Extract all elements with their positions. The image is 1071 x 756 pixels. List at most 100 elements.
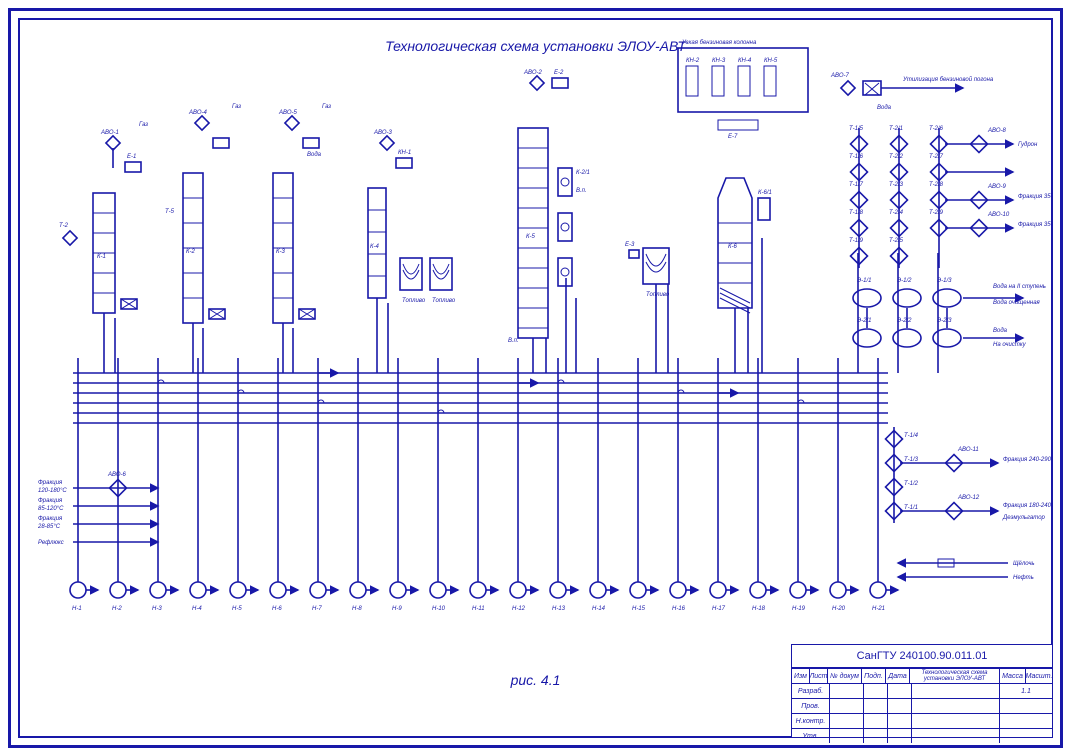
svg-text:Топливо: Топливо (432, 298, 456, 304)
svg-text:Н-14: Н-14 (592, 606, 606, 612)
svg-text:Н-20: Н-20 (832, 606, 846, 612)
schematic-canvas: Н-1 Н-2 Н-3 Н-4 Н-5 Н-6 Н-7 Н-8 Н-9 Н-10… (18, 18, 1053, 738)
svg-text:К-5: К-5 (526, 234, 536, 240)
svg-text:К-6/1: К-6/1 (758, 190, 772, 196)
svg-text:Газ: Газ (232, 104, 241, 110)
pumps: Н-1 Н-2 Н-3 Н-4 Н-5 Н-6 Н-7 Н-8 Н-9 Н-10… (70, 582, 898, 612)
svg-text:Т-5: Т-5 (165, 209, 175, 215)
svg-text:АВО-8: АВО-8 (987, 128, 1007, 134)
svg-text:Фракция: Фракция (38, 516, 63, 522)
svg-text:КН-5: КН-5 (764, 58, 778, 64)
svg-text:Н-1: Н-1 (72, 606, 82, 612)
svg-text:85-120°C: 85-120°C (38, 506, 64, 512)
svg-text:К-4: К-4 (370, 244, 380, 250)
svg-text:Т-1/9: Т-1/9 (849, 238, 864, 244)
util-furnace: АВО-7 Утилизация бензиновой погона Вода (830, 73, 994, 111)
svg-text:Т-2/7: Т-2/7 (929, 154, 944, 160)
pump-row: Н-1 Н-2 Н-3 Н-4 Н-5 Н-6 Н-7 Н-8 Н-9 Н-10… (70, 582, 898, 612)
svg-text:Т-2/2: Т-2/2 (889, 154, 904, 160)
svg-text:Т-2/6: Т-2/6 (929, 126, 944, 132)
column-k2: К-2 АВО-4 Газ Т-5 (165, 104, 241, 323)
svg-text:КН-2: КН-2 (686, 58, 700, 64)
svg-text:Т-2/1: Т-2/1 (889, 126, 903, 132)
svg-text:Н-7: Н-7 (312, 606, 322, 612)
svg-text:Т-1/2: Т-1/2 (904, 481, 919, 487)
svg-text:Т-2/8: Т-2/8 (929, 182, 944, 188)
svg-text:Н-17: Н-17 (712, 606, 726, 612)
svg-text:Э-2/1: Э-2/1 (857, 318, 872, 324)
svg-text:Т-1/6: Т-1/6 (849, 154, 864, 160)
svg-text:Топливо: Топливо (402, 298, 426, 304)
svg-text:Т-1/1: Т-1/1 (904, 505, 918, 511)
svg-text:Вода на II ступень: Вода на II ступень (993, 284, 1046, 290)
piping-mesh (104, 238, 938, 413)
svg-text:К-2: К-2 (186, 249, 196, 255)
svg-text:Т-1/3: Т-1/3 (904, 457, 919, 463)
vertical-bus-lines (78, 358, 878, 582)
svg-text:Н-5: Н-5 (232, 606, 242, 612)
svg-text:КН-1: КН-1 (398, 150, 411, 156)
column-k6: К-6 К-6/1 Узкая бензиновая колонна КН-2 … (678, 40, 808, 313)
column-k4: К-4 АВО-3 КН-1 Топливо Топливо (368, 130, 456, 304)
svg-text:К-2/1: К-2/1 (576, 170, 590, 176)
left-outputs: Фракция 120-180°C АВО-6 Фракция 85-120°C… (37, 472, 158, 546)
svg-text:Т-2/9: Т-2/9 (929, 210, 944, 216)
svg-text:Газ: Газ (139, 122, 148, 128)
svg-text:Утилизация бензиновой погона: Утилизация бензиновой погона (902, 76, 994, 83)
svg-text:Узкая бензиновая колонна: Узкая бензиновая колонна (681, 40, 757, 46)
svg-text:К-1: К-1 (97, 254, 106, 260)
svg-text:В.п.: В.п. (576, 188, 587, 194)
svg-text:Т-2/3: Т-2/3 (889, 182, 904, 188)
svg-text:Фракция 350-500°C: Фракция 350-500°C (1018, 194, 1053, 200)
svg-text:Т-1/4: Т-1/4 (904, 433, 919, 439)
svg-text:Вода очищенная: Вода очищенная (993, 300, 1041, 306)
svg-text:Гудрон: Гудрон (1018, 142, 1038, 148)
svg-text:Фракция: Фракция (38, 480, 63, 486)
horizontal-bus (73, 373, 888, 423)
svg-text:Т-2/4: Т-2/4 (889, 210, 904, 216)
svg-text:В.п.: В.п. (508, 338, 519, 344)
svg-text:Э-1/3: Э-1/3 (937, 278, 952, 284)
svg-text:Т-2: Т-2 (59, 223, 69, 229)
svg-text:Н-21: Н-21 (872, 606, 885, 612)
svg-text:Е-2: Е-2 (554, 70, 564, 76)
svg-text:Вода: Вода (877, 105, 892, 111)
column-k3: К-3 АВО-5 Газ Вода (273, 104, 331, 323)
svg-text:Вода: Вода (993, 328, 1008, 334)
svg-text:АВО-9: АВО-9 (987, 184, 1007, 190)
svg-text:Нефть: Нефть (1013, 575, 1034, 581)
svg-text:Н-16: Н-16 (672, 606, 686, 612)
svg-text:Н-2: Н-2 (112, 606, 122, 612)
svg-text:120-180°C: 120-180°C (38, 488, 67, 494)
svg-text:Н-19: Н-19 (792, 606, 806, 612)
svg-text:Н-4: Н-4 (192, 606, 202, 612)
svg-text:Э-2/3: Э-2/3 (937, 318, 952, 324)
svg-text:Т-1/7: Т-1/7 (849, 182, 864, 188)
svg-text:Н-9: Н-9 (392, 606, 402, 612)
svg-text:Н-10: Н-10 (432, 606, 446, 612)
svg-text:На очистку: На очистку (993, 342, 1027, 348)
lower-right-exch: Т-1/4 Т-1/3 АВО-11 Фракция 240-290°C Т-1… (886, 427, 1053, 523)
svg-text:АВО-11: АВО-11 (957, 447, 979, 453)
svg-text:Фракция: Фракция (38, 498, 63, 504)
svg-text:АВО-10: АВО-10 (987, 212, 1010, 218)
svg-text:Е-3: Е-3 (625, 242, 635, 248)
svg-text:Фракция 180-240°C: Фракция 180-240°C (1003, 503, 1053, 509)
svg-text:Н-12: Н-12 (512, 606, 526, 612)
svg-text:Щёлочь: Щёлочь (1013, 561, 1035, 567)
svg-text:Т-1/5: Т-1/5 (849, 126, 864, 132)
svg-text:Т-1/8: Т-1/8 (849, 210, 864, 216)
svg-text:Э-1/1: Э-1/1 (857, 278, 872, 284)
drawing-code: СанГТУ 240100.90.011.01 (857, 650, 988, 662)
svg-text:Н-8: Н-8 (352, 606, 362, 612)
svg-text:Фракция 240-290°C: Фракция 240-290°C (1003, 457, 1053, 463)
vacuum-furnace: Топливо Е-3 (625, 242, 670, 298)
svg-text:К-6: К-6 (728, 244, 738, 250)
svg-text:АВО-1: АВО-1 (100, 130, 119, 136)
svg-text:АВО-12: АВО-12 (957, 495, 980, 501)
svg-text:АВО-2: АВО-2 (523, 70, 543, 76)
svg-text:КН-3: КН-3 (712, 58, 726, 64)
column-k1: К-1 АВО-1 Е-1 Газ Т-2 (59, 122, 148, 313)
feed-lines: Щёлочь Нефть (898, 559, 1035, 581)
svg-text:Рефлюкс: Рефлюкс (38, 540, 64, 546)
